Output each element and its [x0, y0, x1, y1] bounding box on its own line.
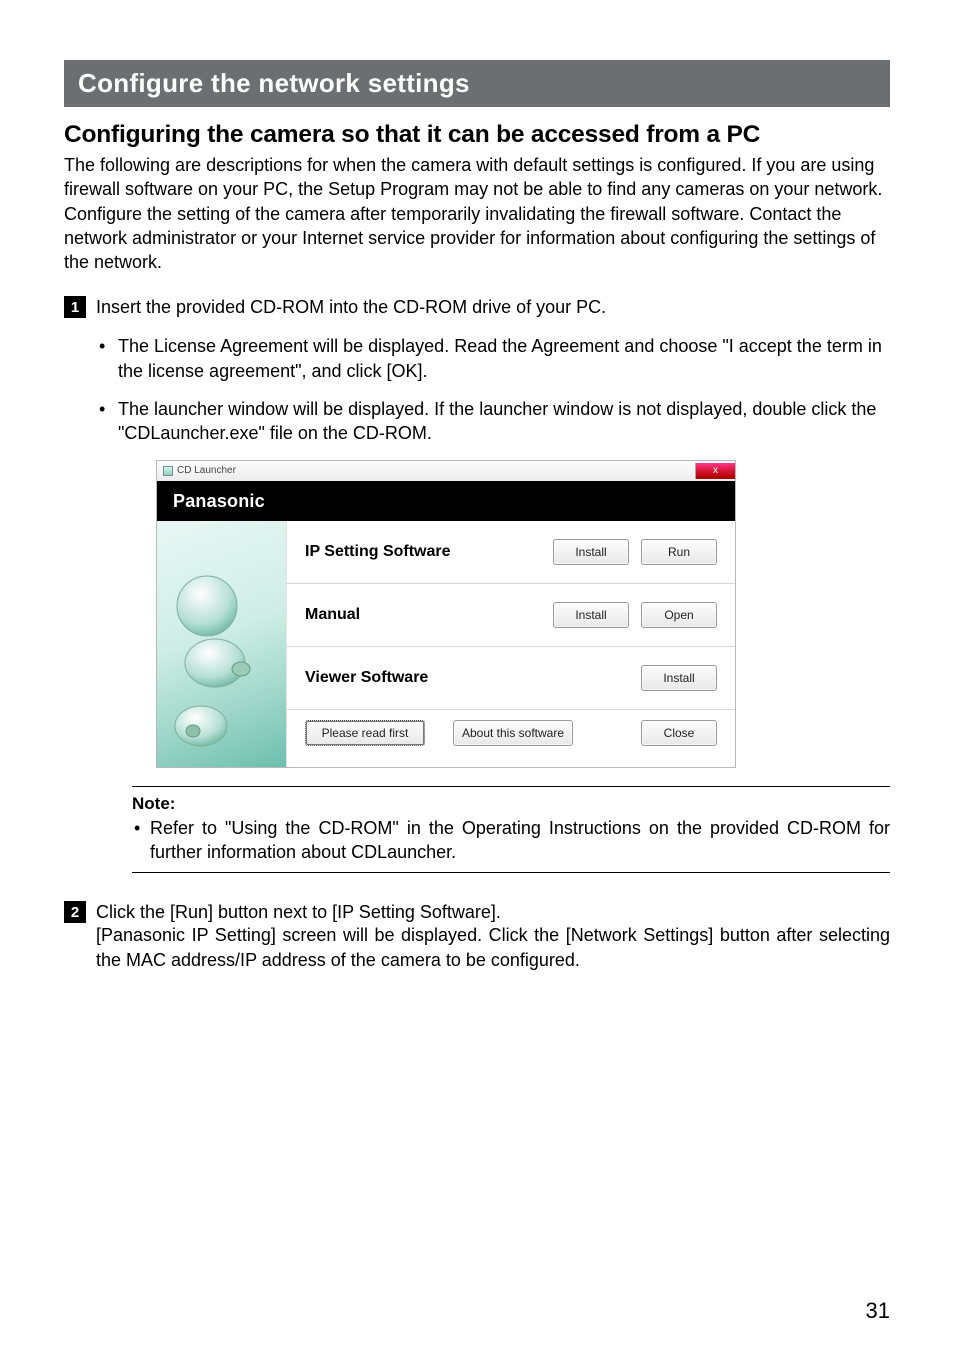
install-button[interactable]: Install	[553, 539, 629, 565]
row-viewer: Viewer Software Install	[287, 646, 735, 709]
close-icon[interactable]: x	[695, 463, 735, 479]
step-1: 1 Insert the provided CD-ROM into the CD…	[64, 296, 890, 879]
row-manual: Manual Install Open	[287, 583, 735, 646]
intro-paragraph: The following are descriptions for when …	[64, 153, 890, 274]
subheading: Configuring the camera so that it can be…	[64, 121, 890, 149]
window-titlebar: CD Launcher x	[157, 461, 735, 481]
window-title: CD Launcher	[177, 464, 236, 478]
note-label: Note:	[132, 793, 890, 816]
page-number: 31	[866, 1298, 890, 1324]
launcher-window: CD Launcher x Panasonic	[156, 460, 736, 768]
section-banner: Configure the network settings	[64, 60, 890, 107]
step-2-lead: Click the [Run] button next to [IP Setti…	[96, 901, 890, 923]
note-block: Note: Refer to "Using the CD-ROM" in the…	[132, 786, 890, 874]
sidebar-art	[157, 521, 287, 767]
step-1-bullet: The launcher window will be displayed. I…	[96, 397, 890, 446]
open-button[interactable]: Open	[641, 602, 717, 628]
brand-bar: Panasonic	[157, 481, 735, 521]
step-1-bullet: The License Agreement will be displayed.…	[96, 334, 890, 383]
app-icon	[163, 466, 173, 476]
step-2: 2 Click the [Run] button next to [IP Set…	[64, 901, 890, 972]
launcher-window-figure: CD Launcher x Panasonic	[156, 460, 736, 768]
manual-page: Configure the network settings Configuri…	[0, 0, 954, 1354]
launcher-main: IP Setting Software Install Run Manual I…	[287, 521, 735, 767]
step-number-1: 1	[64, 296, 86, 318]
install-button[interactable]: Install	[641, 665, 717, 691]
run-button[interactable]: Run	[641, 539, 717, 565]
row-ip-setting: IP Setting Software Install Run	[287, 521, 735, 583]
install-button[interactable]: Install	[553, 602, 629, 628]
row-label-viewer: Viewer Software	[305, 667, 641, 689]
row-label-ip-setting: IP Setting Software	[305, 541, 553, 563]
about-button[interactable]: About this software	[453, 720, 573, 746]
step-2-body: [Panasonic IP Setting] screen will be di…	[96, 923, 890, 972]
read-first-button[interactable]: Please read first	[305, 720, 425, 746]
step-number-2: 2	[64, 901, 86, 923]
close-button[interactable]: Close	[641, 720, 717, 746]
step-1-lead: Insert the provided CD-ROM into the CD-R…	[96, 296, 890, 318]
launcher-footer: Please read first About this software Cl…	[287, 709, 735, 760]
note-item: Refer to "Using the CD-ROM" in the Opera…	[132, 816, 890, 865]
row-label-manual: Manual	[305, 604, 553, 626]
